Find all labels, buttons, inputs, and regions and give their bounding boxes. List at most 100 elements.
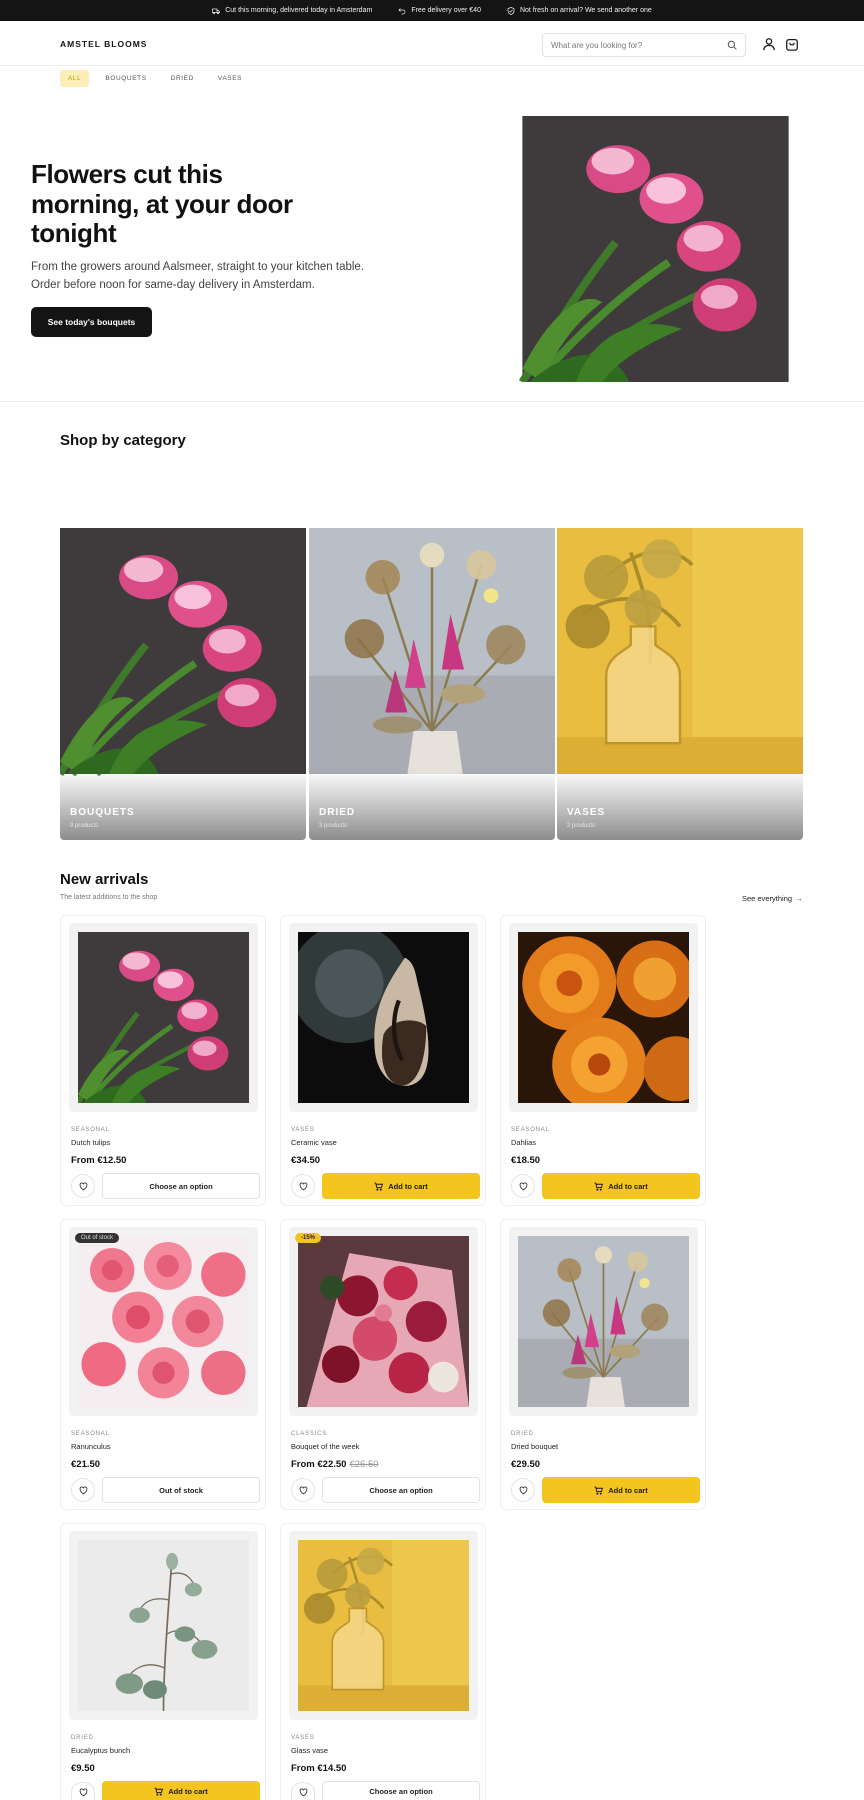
nav-item-all[interactable]: ALL	[60, 70, 90, 87]
product-price: €18.50	[511, 1155, 540, 1166]
product-name[interactable]: Bouquet of the week	[291, 1442, 359, 1451]
product-card[interactable]: DRIED Eucalyptus bunch €9.50 Add to cart	[60, 1523, 266, 1800]
product-name[interactable]: Dutch tulips	[71, 1138, 110, 1147]
product-name[interactable]: Ceramic vase	[291, 1138, 337, 1147]
shopping-bag-icon	[786, 38, 798, 51]
product-image[interactable]	[509, 1227, 698, 1416]
product-name[interactable]: Dahlias	[511, 1138, 536, 1147]
wishlist-button[interactable]	[71, 1174, 95, 1198]
product-image[interactable]	[289, 923, 478, 1112]
arrow-right-icon: →	[795, 894, 803, 903]
search-input[interactable]	[551, 40, 727, 50]
cart-button[interactable]	[785, 37, 799, 51]
button-label: Choose an option	[149, 1181, 213, 1191]
tile-name: VASES	[567, 807, 606, 818]
product-price: €9.50	[71, 1763, 95, 1774]
add-to-cart-button[interactable]: Add to cart	[542, 1477, 700, 1503]
wishlist-button[interactable]	[291, 1782, 315, 1800]
nav-item-vases[interactable]: VASES	[210, 70, 250, 87]
tile-count: 9 products	[70, 823, 99, 829]
price-current: €18.50	[511, 1155, 541, 1166]
wishlist-button[interactable]	[71, 1782, 95, 1800]
product-category: VASES	[291, 1735, 315, 1741]
product-name[interactable]: Dried bouquet	[511, 1442, 558, 1451]
product-price: €21.50	[71, 1459, 100, 1470]
category-tile-vases[interactable]: VASES 2 products	[557, 462, 803, 840]
cart-icon	[374, 1182, 384, 1191]
tile-overlay	[557, 770, 803, 840]
product-card[interactable]: Out of stock SEASONAL Ranunculus €21.50 …	[60, 1219, 266, 1510]
nav-item-dried[interactable]: DRIED	[163, 70, 202, 87]
search-icon[interactable]	[727, 40, 737, 50]
logo[interactable]: AMSTEL BLOOMS	[60, 39, 147, 49]
button-label: Add to cart	[388, 1181, 428, 1191]
hero-cta-button[interactable]: See today's bouquets	[31, 307, 152, 337]
wishlist-button[interactable]	[291, 1478, 315, 1502]
see-everything-link[interactable]: See everything →	[742, 894, 803, 903]
product-card[interactable]: SEASONAL Dahlias €18.50 Add to cart	[500, 915, 706, 1206]
product-image[interactable]	[69, 923, 258, 1112]
product-image[interactable]: Out of stock	[69, 1227, 258, 1416]
product-price: €34.50	[291, 1155, 320, 1166]
heart-icon	[299, 1788, 307, 1797]
category-tile-bouquets[interactable]: BOUQUETS 9 products	[60, 462, 306, 840]
return-arrow-icon	[398, 7, 406, 14]
product-category: SEASONAL	[511, 1127, 550, 1133]
price-current: €9.50	[71, 1763, 95, 1774]
tile-overlay	[60, 770, 306, 840]
product-category: DRIED	[71, 1735, 94, 1741]
out-of-stock-button: Out of stock	[102, 1477, 260, 1503]
tile-name: BOUQUETS	[70, 807, 135, 818]
announcement-text: Not fresh on arrival? We send another on…	[519, 7, 652, 14]
price-current: €34.50	[291, 1155, 321, 1166]
wishlist-button[interactable]	[71, 1478, 95, 1502]
wishlist-button[interactable]	[511, 1174, 535, 1198]
button-label: Choose an option	[369, 1485, 433, 1495]
product-name[interactable]: Glass vase	[291, 1746, 328, 1755]
product-price: From €22.50 €26.50	[291, 1459, 379, 1470]
product-category: CLASSICS	[291, 1431, 328, 1437]
product-image[interactable]	[289, 1531, 478, 1720]
price-current: €29.50	[511, 1459, 541, 1470]
tile-count: 3 products	[319, 823, 348, 829]
category-tile-dried[interactable]: DRIED 3 products	[309, 462, 555, 840]
product-name[interactable]: Ranunculus	[71, 1442, 111, 1451]
user-icon	[763, 38, 775, 51]
add-to-cart-button[interactable]: Add to cart	[322, 1173, 480, 1199]
divider	[0, 401, 864, 402]
choose-option-button[interactable]: Choose an option	[102, 1173, 260, 1199]
hero-title: Flowers cut this morning, at your door t…	[31, 159, 293, 248]
wishlist-button[interactable]	[291, 1174, 315, 1198]
account-button[interactable]	[762, 37, 776, 51]
add-to-cart-button[interactable]: Add to cart	[102, 1781, 260, 1800]
product-price: €29.50	[511, 1459, 540, 1470]
heart-icon	[519, 1486, 527, 1494]
button-label: Out of stock	[159, 1485, 203, 1495]
product-card[interactable]: SEASONAL Dutch tulips From €12.50 Choose…	[60, 915, 266, 1206]
product-price: From €14.50	[291, 1763, 346, 1774]
truck-icon	[212, 8, 221, 14]
heart-icon	[519, 1182, 527, 1190]
wishlist-button[interactable]	[511, 1478, 535, 1502]
product-price: From €12.50	[71, 1155, 126, 1166]
product-card[interactable]: VASES Glass vase From €14.50 Choose an o…	[280, 1523, 486, 1800]
price-current: €21.50	[71, 1459, 101, 1470]
product-name[interactable]: Eucalyptus bunch	[71, 1746, 130, 1755]
add-to-cart-button[interactable]: Add to cart	[542, 1173, 700, 1199]
hero-image	[478, 116, 833, 382]
heart-icon	[79, 1788, 87, 1797]
product-image[interactable]	[509, 923, 698, 1112]
product-image[interactable]	[69, 1531, 258, 1720]
heart-icon	[299, 1486, 307, 1494]
announcement-text: Free delivery over €40	[411, 7, 481, 14]
tile-count: 2 products	[567, 823, 596, 829]
price-current: From €22.50	[291, 1459, 347, 1470]
choose-option-button[interactable]: Choose an option	[322, 1477, 480, 1503]
nav-item-bouquets[interactable]: BOUQUETS	[97, 70, 154, 87]
product-image[interactable]: -15%	[289, 1227, 478, 1416]
choose-option-button[interactable]: Choose an option	[322, 1781, 480, 1800]
product-card[interactable]: -15% CLASSICS Bouquet of the week From €…	[280, 1219, 486, 1510]
product-card[interactable]: DRIED Dried bouquet €29.50 Add to cart	[500, 1219, 706, 1510]
product-card[interactable]: VASES Ceramic vase €34.50 Add to cart	[280, 915, 486, 1206]
cart-icon	[594, 1182, 604, 1191]
